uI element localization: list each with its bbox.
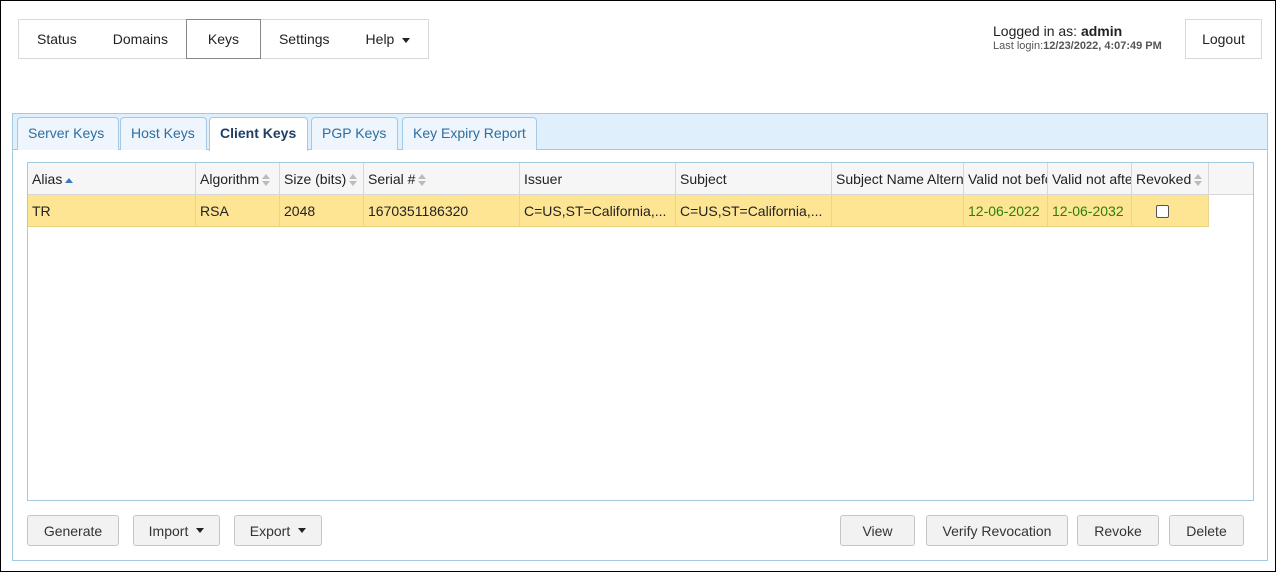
sort-icon	[418, 174, 427, 187]
col-serial[interactable]: Serial #	[364, 163, 520, 194]
logged-in-as: Logged in as: admin	[993, 23, 1162, 39]
app-window: Status Domains Keys Settings Help Logged…	[0, 0, 1276, 572]
cell-issuer: C=US,ST=California,...	[520, 195, 676, 226]
col-algorithm-label: Algorithm	[200, 171, 260, 187]
tab-bar: Server Keys Host Keys Client Keys PGP Ke…	[13, 114, 1267, 151]
export-label: Export	[249, 522, 291, 539]
cell-valid-not-after: 12-06-2032	[1048, 195, 1132, 226]
chevron-down-icon	[298, 528, 307, 533]
cell-algorithm: RSA	[196, 195, 280, 226]
export-button[interactable]: Export	[234, 515, 322, 546]
col-size[interactable]: Size (bits)	[280, 163, 364, 194]
delete-button[interactable]: Delete	[1169, 515, 1244, 546]
table-header: Alias Algorithm Size (bits) Serial # Iss…	[28, 163, 1253, 195]
cell-subject-name-alt	[832, 195, 964, 226]
tab-pgp-keys[interactable]: PGP Keys	[311, 117, 398, 150]
chevron-down-icon	[196, 528, 205, 533]
chevron-down-icon	[402, 37, 411, 43]
cell-serial: 1670351186320	[364, 195, 520, 226]
nav-status[interactable]: Status	[19, 20, 95, 58]
sort-icon	[349, 174, 358, 187]
nav-help-label: Help	[365, 31, 395, 47]
cell-subject: C=US,ST=California,...	[676, 195, 832, 226]
logout-button[interactable]: Logout	[1185, 19, 1262, 59]
revoked-checkbox[interactable]	[1156, 204, 1169, 218]
cell-revoked	[1132, 195, 1209, 226]
generate-button[interactable]: Generate	[27, 515, 119, 546]
col-alias-label: Alias	[32, 171, 63, 187]
table-row[interactable]: TR RSA 2048 1670351186320 C=US,ST=Califo…	[28, 195, 1209, 227]
tab-key-expiry-report[interactable]: Key Expiry Report	[402, 117, 537, 150]
col-size-label: Size (bits)	[284, 171, 347, 187]
col-subject-name-alt[interactable]: Subject Name Altern	[832, 163, 964, 194]
nav-settings[interactable]: Settings	[261, 20, 348, 58]
revoke-button[interactable]: Revoke	[1077, 515, 1159, 546]
cell-size: 2048	[280, 195, 364, 226]
last-login-label: Last login:	[993, 40, 1044, 52]
col-alias[interactable]: Alias	[28, 163, 196, 194]
nav-keys[interactable]: Keys	[185, 19, 261, 59]
col-serial-label: Serial #	[368, 171, 416, 187]
tab-client-keys[interactable]: Client Keys	[209, 117, 308, 151]
col-valid-not-before[interactable]: Valid not befo	[964, 163, 1048, 194]
keys-panel: Server Keys Host Keys Client Keys PGP Ke…	[12, 113, 1268, 561]
sort-icon	[262, 174, 271, 187]
import-button[interactable]: Import	[133, 515, 220, 546]
col-subject[interactable]: Subject	[676, 163, 832, 194]
col-algorithm[interactable]: Algorithm	[196, 163, 280, 194]
last-login-value: 12/23/2022, 4:07:49 PM	[1043, 40, 1162, 52]
sort-ascending-icon	[65, 177, 74, 183]
tab-host-keys[interactable]: Host Keys	[120, 117, 207, 150]
cell-alias: TR	[28, 195, 196, 226]
verify-revocation-button[interactable]: Verify Revocation	[926, 515, 1068, 546]
sort-icon	[1194, 174, 1203, 187]
logged-in-label: Logged in as:	[993, 23, 1081, 39]
col-valid-not-after[interactable]: Valid not afte	[1048, 163, 1132, 194]
col-revoked-label: Revoked	[1136, 171, 1192, 187]
main-nav: Status Domains Keys Settings Help	[18, 19, 430, 59]
import-label: Import	[148, 522, 189, 539]
client-keys-table: Alias Algorithm Size (bits) Serial # Iss…	[27, 162, 1254, 501]
view-button[interactable]: View	[840, 515, 915, 546]
nav-help[interactable]: Help	[348, 20, 429, 58]
last-login: Last login:12/23/2022, 4:07:49 PM	[993, 40, 1162, 52]
cell-valid-not-before: 12-06-2022	[964, 195, 1048, 226]
username: admin	[1080, 23, 1123, 39]
login-info: Logged in as: admin Last login:12/23/202…	[993, 23, 1162, 52]
nav-domains[interactable]: Domains	[95, 20, 186, 58]
col-revoked[interactable]: Revoked	[1132, 163, 1209, 194]
tab-server-keys[interactable]: Server Keys	[17, 117, 119, 150]
col-issuer[interactable]: Issuer	[520, 163, 676, 194]
